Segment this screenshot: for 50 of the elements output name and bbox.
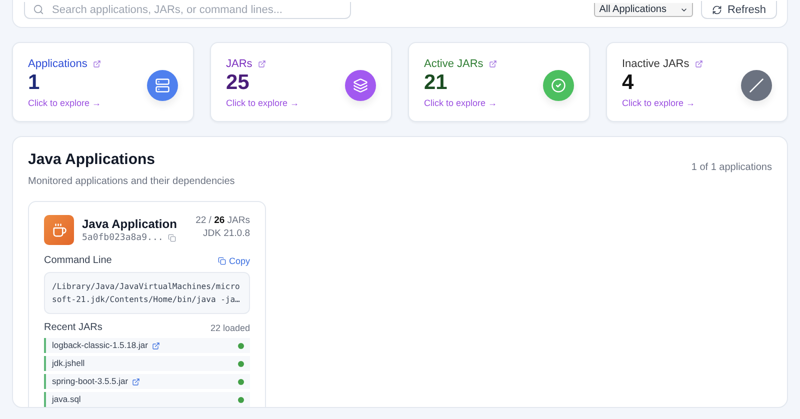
external-link-icon: [695, 60, 704, 68]
jar-name: spring-boot-3.5.5.jar: [52, 375, 128, 388]
stat-label: Active JARs: [424, 58, 484, 70]
external-link-icon[interactable]: [152, 342, 160, 350]
explore-link[interactable]: Click to explore →: [424, 98, 498, 108]
stat-card[interactable]: JARs 25 Click to explore →: [210, 42, 392, 122]
jar-row[interactable]: jdk.jshell: [44, 356, 250, 371]
stat-label: Inactive JARs: [622, 58, 690, 70]
command-line-label: Command Line: [44, 255, 112, 266]
explore-link[interactable]: Click to explore →: [622, 98, 704, 108]
stat-value: 25: [226, 70, 250, 96]
jar-row[interactable]: spring-boot-3.5.5.jar: [44, 374, 250, 389]
panel-title: Java Applications: [28, 151, 156, 168]
copy-icon: [218, 256, 226, 264]
jar-count: 22 / 26 JARs: [196, 215, 250, 226]
external-link-icon: [93, 60, 102, 68]
search-icon: [33, 4, 44, 15]
external-link-icon: [489, 60, 498, 68]
copy-button[interactable]: Copy: [218, 256, 250, 266]
external-link-icon: [258, 60, 266, 68]
loaded-count: 22 loaded: [210, 322, 250, 332]
stat-value: 1: [28, 70, 41, 96]
refresh-icon: [712, 4, 722, 14]
application-name: Java Application: [82, 217, 178, 231]
command-line-text: /Library/Java/JavaVirtualMachines/microsoft-21.jdk/Contents/Home/bin/java -ja…: [44, 272, 250, 314]
stat-value: 21: [424, 70, 448, 96]
jar-row[interactable]: logback-classic-1.5.18.jar: [44, 338, 250, 353]
application-count: 1 of 1 applications: [691, 162, 772, 173]
stat-label: Applications: [28, 58, 88, 70]
stat-card[interactable]: Applications 1 Click to explore →: [12, 42, 194, 122]
external-link-icon[interactable]: [132, 378, 140, 386]
search-field[interactable]: Search applications, JARs, or command lines...: [24, 2, 351, 18]
jar-row[interactable]: java.sql: [44, 392, 250, 407]
jdk-version: JDK 21.0.8: [203, 228, 250, 239]
jar-name: java.sql: [52, 393, 81, 406]
filter-select[interactable]: All Applications: [594, 3, 694, 17]
stat-value: 4: [622, 70, 635, 96]
jar-name: logback-classic-1.5.18.jar: [52, 339, 148, 352]
panel-subtitle: Monitored applications and their dependencies: [28, 176, 235, 187]
coffee-cup-icon: [44, 215, 74, 245]
stat-card[interactable]: Inactive JARs 4 Click to explore →: [606, 42, 788, 122]
explore-link[interactable]: Click to explore →: [226, 98, 300, 108]
jar-name: jdk.jshell: [52, 357, 85, 370]
recent-jars-label: Recent JARs: [44, 322, 102, 333]
application-id: 5a0fb023a8a9...: [82, 233, 164, 243]
stat-card[interactable]: Active JARs 21 Click to explore →: [408, 42, 590, 122]
stat-label: JARs: [226, 58, 252, 70]
explore-link[interactable]: Click to explore →: [28, 98, 102, 108]
copy-icon[interactable]: [168, 234, 176, 242]
refresh-button[interactable]: Refresh: [701, 1, 777, 19]
